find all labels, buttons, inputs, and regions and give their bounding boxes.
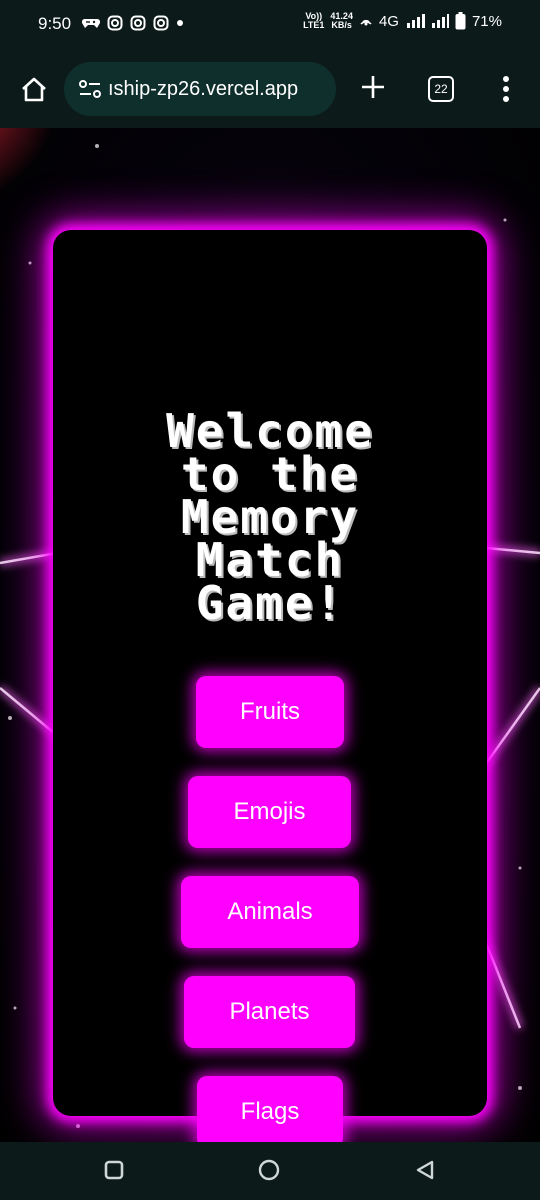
fruits-button[interactable]: Fruits (196, 676, 344, 748)
volte-indicator: Vo)) LTE1 (303, 11, 325, 30)
tab-count: 22 (434, 82, 448, 96)
signal-icon (406, 14, 425, 28)
recents-icon[interactable] (104, 1160, 124, 1180)
status-time: 9:50 (38, 14, 72, 33)
system-nav-bar (0, 1142, 540, 1200)
system-status-icons: Vo)) LTE1 41.24 KB/s 4G 71% (303, 12, 502, 30)
title-line: Game! (195, 576, 345, 630)
site-settings-icon[interactable] (78, 79, 102, 99)
browser-toolbar: ıship-zp26.vercel.app 22 (0, 50, 540, 128)
animals-button[interactable]: Animals (181, 876, 359, 948)
status-bar: 9:50 Vo)) LTE1 41.24 KB/s 4G 71% (0, 0, 540, 50)
battery-percent: 71% (471, 12, 502, 30)
battery-icon (455, 12, 466, 30)
address-bar[interactable]: ıship-zp26.vercel.app (64, 62, 336, 116)
url-text: ıship-zp26.vercel.app (108, 77, 299, 100)
emojis-button[interactable]: Emojis (188, 776, 351, 848)
home-circle-icon[interactable] (258, 1159, 280, 1181)
new-tab-plus-icon[interactable] (360, 74, 386, 100)
signal-icon (431, 14, 449, 28)
hotspot-icon (360, 19, 372, 26)
notification-icons (82, 15, 184, 31)
game-menu-panel: Welcome to the Memory Match Game! Fruits… (53, 230, 487, 1142)
tab-switcher-icon[interactable]: 22 (428, 76, 454, 102)
page-title: Welcome to the Memory Match Game! (53, 408, 487, 630)
network-type: 4G (378, 12, 399, 30)
game-controller-icon (82, 18, 100, 28)
dot-icon (177, 20, 183, 26)
flags-button[interactable]: Flags (197, 1076, 343, 1142)
back-icon[interactable] (414, 1159, 436, 1181)
network-speed: 41.24 KB/s (330, 11, 353, 30)
overflow-menu-icon[interactable] (500, 74, 512, 104)
instagram-icon (130, 15, 146, 31)
page-content: Welcome to the Memory Match Game! Fruits… (0, 128, 540, 1142)
planets-button[interactable]: Planets (184, 976, 355, 1048)
home-icon[interactable] (20, 76, 48, 104)
instagram-icon (153, 15, 169, 31)
instagram-icon (107, 15, 123, 31)
